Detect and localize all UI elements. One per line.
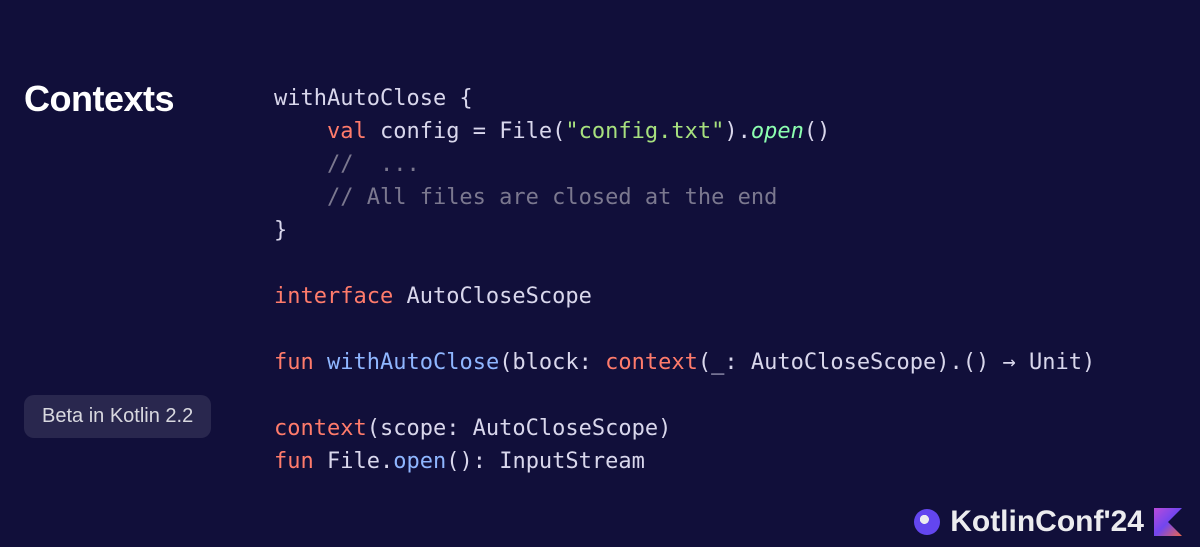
slide-title: Contexts	[24, 78, 254, 120]
code-line-8: context(scope: AutoCloseScope)	[274, 416, 671, 441]
code-line-3: // ...	[327, 152, 420, 177]
footer-text: KotlinConf'24	[950, 505, 1144, 539]
status-badge: Beta in Kotlin 2.2	[24, 395, 211, 438]
eye-icon	[914, 509, 940, 535]
code-line-9: fun File.open(): InputStream	[274, 449, 645, 474]
code-line-7: fun withAutoClose(block: context(_: Auto…	[274, 350, 1095, 375]
code-line-4: // All files are closed at the end	[327, 185, 777, 210]
code-line-5: }	[274, 218, 287, 243]
code-block: withAutoClose { val config = File("confi…	[274, 78, 1160, 507]
code-line-1: withAutoClose {	[274, 86, 473, 111]
code-line-2: val config = File("config.txt").open()	[327, 119, 830, 144]
kotlin-logo-icon	[1154, 508, 1182, 536]
slide: Contexts Beta in Kotlin 2.2 withAutoClos…	[0, 0, 1200, 547]
sidebar: Contexts Beta in Kotlin 2.2	[24, 78, 254, 438]
code-line-6: interface AutoCloseScope	[274, 284, 592, 309]
footer-brand: KotlinConf'24	[914, 505, 1182, 539]
